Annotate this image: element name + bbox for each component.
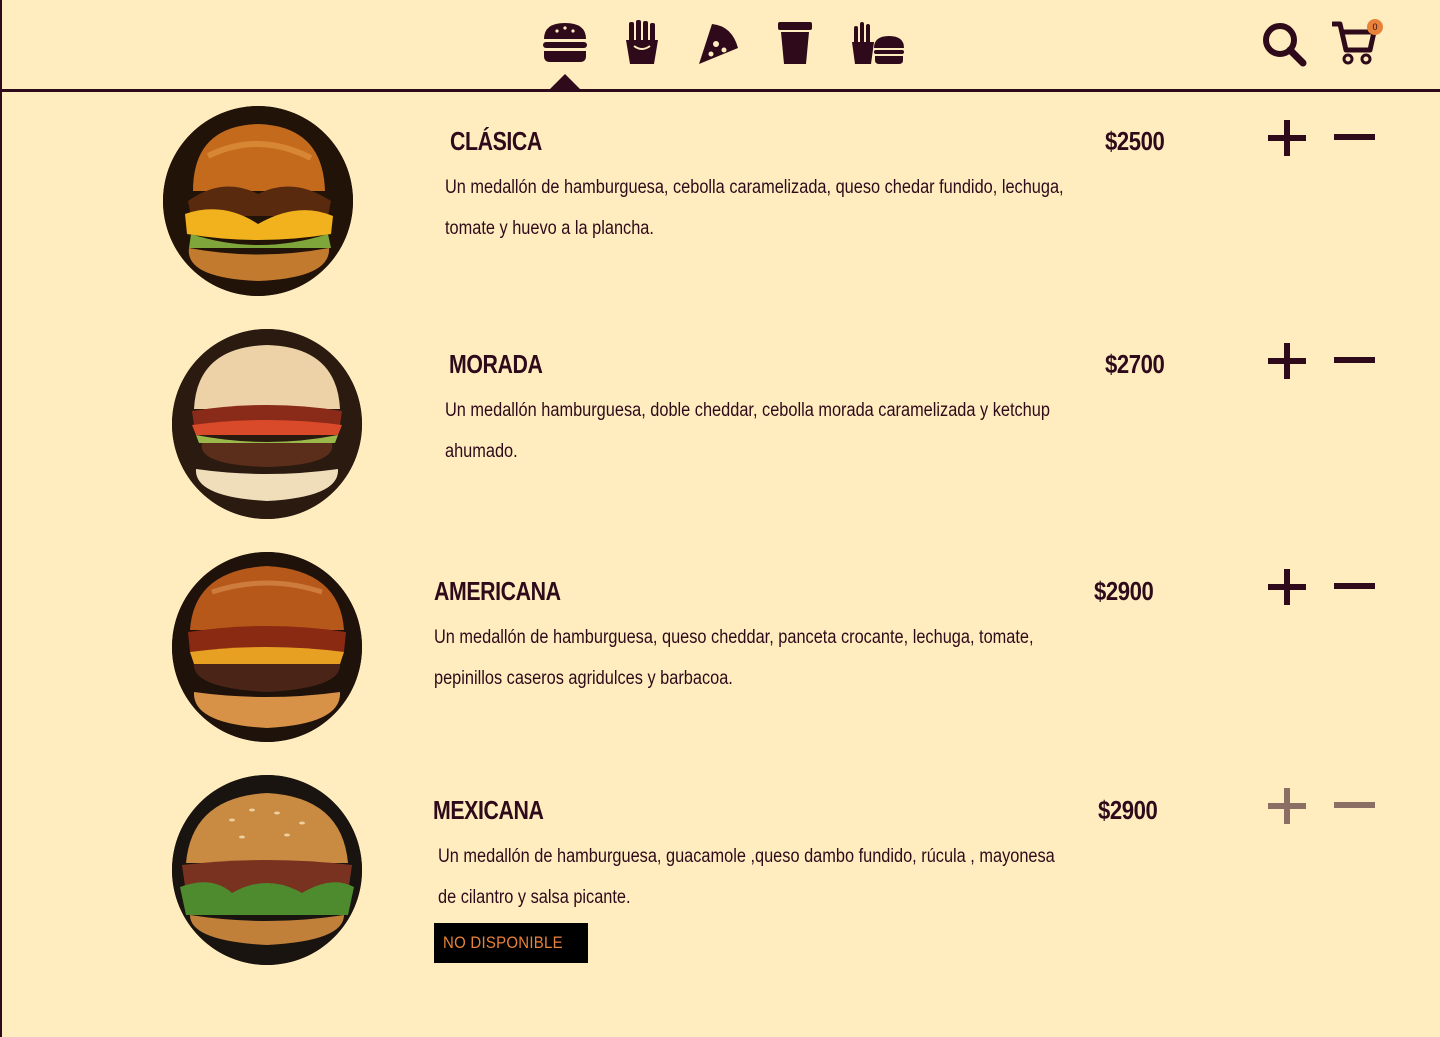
- remove-button[interactable]: [1333, 343, 1375, 379]
- item-name: MEXICANA: [433, 795, 544, 825]
- minus-icon: [1334, 134, 1375, 140]
- pizza-icon: [699, 24, 738, 64]
- combo-icon: [852, 22, 904, 64]
- plus-icon: [1268, 569, 1306, 605]
- category-combos-tab[interactable]: [850, 18, 906, 68]
- item-price: $2900: [1098, 795, 1158, 825]
- category-burgers-tab[interactable]: [540, 18, 590, 68]
- add-button-disabled: [1266, 788, 1308, 824]
- burger-photo-morada: [172, 329, 362, 519]
- item-price: $2500: [1105, 126, 1165, 156]
- fries-icon: [626, 20, 658, 64]
- cart-count-badge: 0: [1367, 19, 1383, 35]
- minus-icon: [1334, 802, 1375, 808]
- item-description: Un medallón hamburguesa, doble cheddar, …: [445, 400, 1050, 462]
- plus-icon: [1268, 343, 1306, 379]
- plus-icon: [1268, 788, 1306, 824]
- menu-item-morada: MORADA $2700 Un medallón hamburguesa, do…: [2, 327, 1440, 527]
- menu-item-americana: AMERICANA $2900 Un medallón de hamburgue…: [2, 550, 1440, 750]
- burger-photo-americana: [172, 552, 362, 742]
- drink-cup-icon: [778, 22, 812, 64]
- minus-icon: [1334, 357, 1375, 363]
- search-icon: [1263, 23, 1307, 67]
- add-button[interactable]: [1266, 343, 1308, 379]
- remove-button[interactable]: [1333, 569, 1375, 605]
- item-description: Un medallón de hamburguesa, queso chedda…: [434, 627, 1034, 689]
- menu-item-mexicana: MEXICANA $2900 Un medallón de hamburgues…: [2, 773, 1440, 973]
- burger-photo-clasica: [163, 106, 353, 296]
- item-name: AMERICANA: [434, 576, 561, 606]
- remove-button-disabled: [1333, 788, 1375, 824]
- item-description: Un medallón de hamburguesa, cebolla cara…: [445, 177, 1064, 239]
- item-description: Un medallón de hamburguesa, guacamole ,q…: [438, 846, 1055, 908]
- item-price: $2700: [1105, 349, 1165, 379]
- burger-photo-mexicana: [172, 775, 362, 965]
- add-button[interactable]: [1266, 120, 1308, 156]
- search-button[interactable]: [1261, 21, 1307, 67]
- category-pizza-tab[interactable]: [694, 18, 744, 68]
- add-button[interactable]: [1266, 569, 1308, 605]
- active-category-indicator: [549, 74, 581, 90]
- burger-icon: [543, 23, 587, 62]
- item-name: MORADA: [449, 349, 543, 379]
- unavailable-badge: NO DISPONIBLE: [434, 923, 589, 963]
- minus-icon: [1334, 583, 1375, 589]
- menu-item-clasica: CLÁSICA $2500 Un medallón de hamburguesa…: [2, 104, 1440, 304]
- plus-icon: [1268, 120, 1306, 156]
- category-drinks-tab[interactable]: [770, 18, 820, 68]
- item-price: $2900: [1094, 576, 1154, 606]
- item-name: CLÁSICA: [450, 126, 542, 156]
- remove-button[interactable]: [1333, 120, 1375, 156]
- top-navigation-bar: 0: [2, 0, 1440, 92]
- category-fries-tab[interactable]: [617, 18, 667, 68]
